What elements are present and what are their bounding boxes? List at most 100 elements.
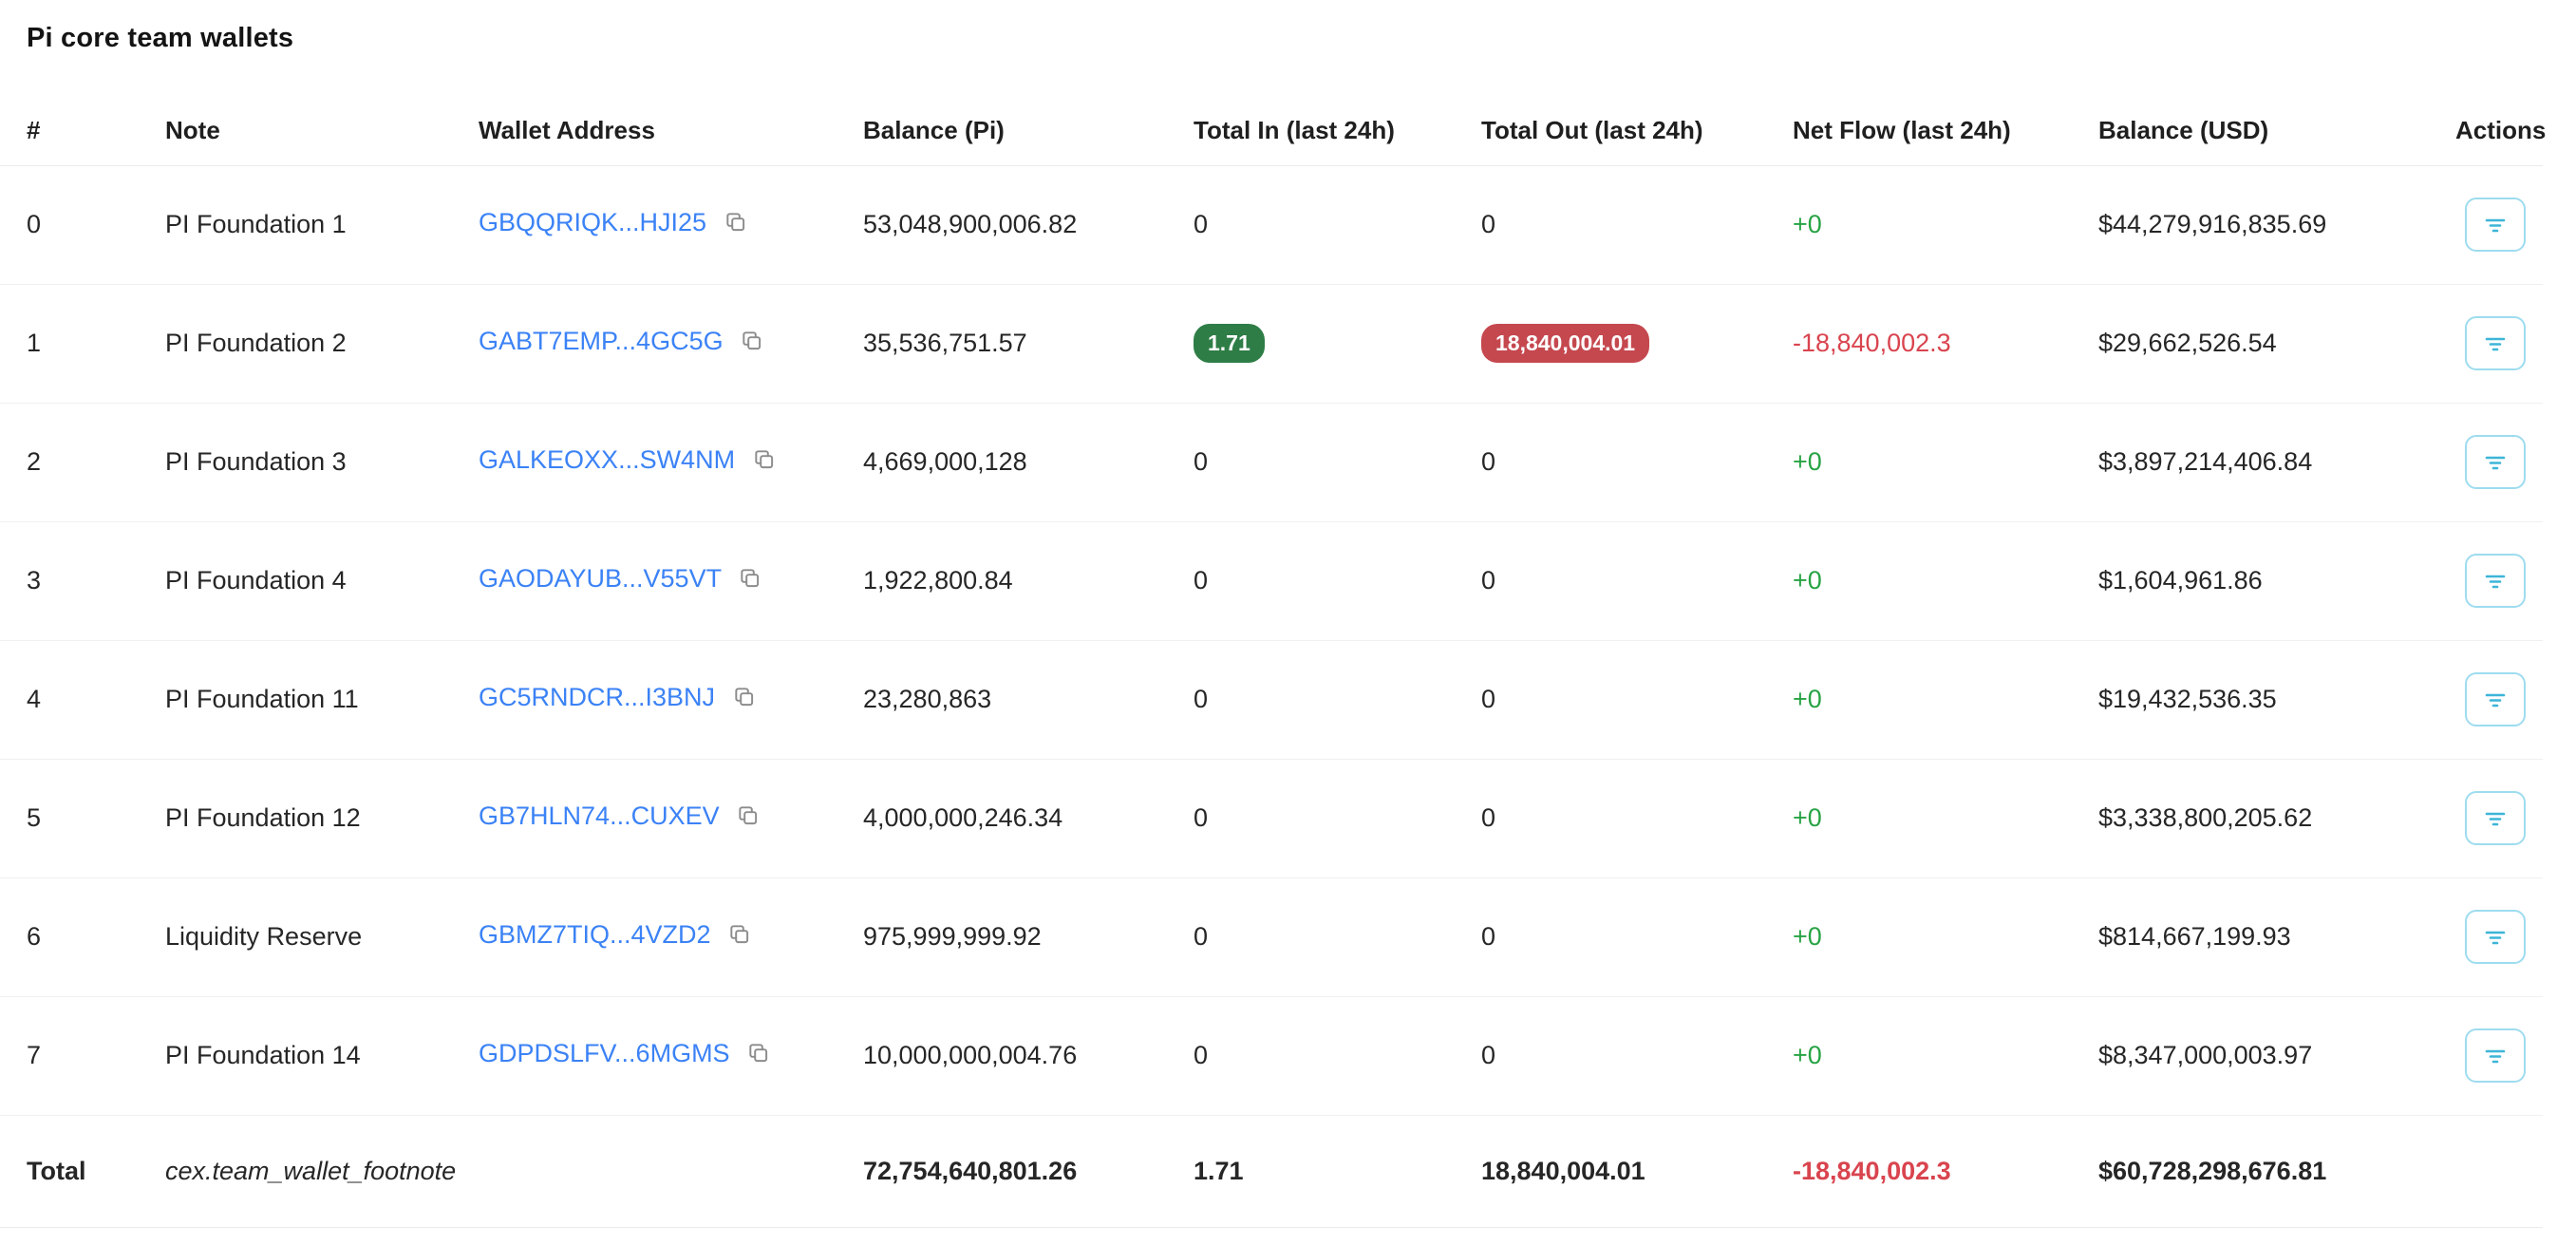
total-out-cell: 0 [1481, 165, 1793, 284]
page: Pi core team wallets # Note Wallet Addre… [0, 0, 2576, 1228]
total-in-cell: 0 [1194, 521, 1481, 640]
total-out-cell: 0 [1481, 759, 1793, 877]
table-header-row: # Note Wallet Address Balance (Pi) Total… [0, 97, 2543, 165]
table-row: 6 Liquidity Reserve GBMZ7TIQ...4VZD2 975… [0, 877, 2543, 996]
wallet-address-cell: GALKEOXX...SW4NM [479, 403, 863, 521]
net-flow-value: +0 [1793, 521, 2098, 640]
wallet-address-link[interactable]: GABT7EMP...4GC5G [479, 327, 724, 355]
wallet-address-link[interactable]: GAODAYUB...V55VT [479, 564, 722, 593]
table-row: 4 PI Foundation 11 GC5RNDCR...I3BNJ 23,2… [0, 640, 2543, 759]
total-out-cell: 0 [1481, 403, 1793, 521]
filter-icon [2481, 923, 2510, 952]
total-in-cell: 0 [1194, 640, 1481, 759]
filter-action-button[interactable] [2465, 910, 2526, 964]
col-header-index: # [0, 97, 165, 165]
copy-icon[interactable] [738, 566, 762, 597]
actions-cell [2455, 521, 2543, 640]
wallet-note: PI Foundation 12 [165, 759, 479, 877]
balance-pi: 10,000,000,004.76 [863, 996, 1194, 1115]
wallet-address-link[interactable]: GBMZ7TIQ...4VZD2 [479, 920, 711, 949]
total-balance-usd: $60,728,298,676.81 [2098, 1115, 2455, 1227]
total-footnote: cex.team_wallet_footnote [165, 1115, 479, 1227]
total-out-value: 0 [1481, 1041, 1495, 1069]
total-in-value: 0 [1194, 1041, 1208, 1069]
total-in-cell: 0 [1194, 759, 1481, 877]
table-row: 1 PI Foundation 2 GABT7EMP...4GC5G 35,53… [0, 284, 2543, 403]
total-out-cell: 18,840,004.01 [1481, 284, 1793, 403]
filter-action-button[interactable] [2465, 791, 2526, 845]
filter-action-button[interactable] [2465, 198, 2526, 252]
filter-icon [2481, 330, 2510, 358]
total-in-cell: 0 [1194, 877, 1481, 996]
total-in-badge: 1.71 [1194, 324, 1265, 363]
table-row: 2 PI Foundation 3 GALKEOXX...SW4NM 4,669… [0, 403, 2543, 521]
total-in-value: 0 [1194, 566, 1208, 594]
wallet-address-cell: GDPDSLFV...6MGMS [479, 996, 863, 1115]
col-header-total-in: Total In (last 24h) [1194, 97, 1481, 165]
row-index: 6 [0, 877, 165, 996]
filter-action-button[interactable] [2465, 1028, 2526, 1083]
copy-icon[interactable] [752, 447, 777, 479]
total-balance-pi: 72,754,640,801.26 [863, 1115, 1194, 1227]
col-header-address: Wallet Address [479, 97, 863, 165]
total-in-cell: 0 [1194, 165, 1481, 284]
balance-usd: $29,662,526.54 [2098, 284, 2455, 403]
table-row: 5 PI Foundation 12 GB7HLN74...CUXEV 4,00… [0, 759, 2543, 877]
filter-icon [2481, 211, 2510, 239]
net-flow-value: -18,840,002.3 [1793, 284, 2098, 403]
total-label: Total [0, 1115, 165, 1227]
total-out-value: 0 [1481, 566, 1495, 594]
row-index: 2 [0, 403, 165, 521]
row-index: 0 [0, 165, 165, 284]
copy-icon[interactable] [736, 803, 761, 835]
balance-usd: $44,279,916,835.69 [2098, 165, 2455, 284]
balance-pi: 23,280,863 [863, 640, 1194, 759]
row-index: 7 [0, 996, 165, 1115]
row-index: 1 [0, 284, 165, 403]
wallet-address-link[interactable]: GB7HLN74...CUXEV [479, 802, 720, 830]
col-header-balance-pi: Balance (Pi) [863, 97, 1194, 165]
total-in-value: 0 [1194, 210, 1208, 238]
total-in-sum: 1.71 [1194, 1115, 1481, 1227]
wallet-address-link[interactable]: GALKEOXX...SW4NM [479, 445, 735, 474]
copy-icon[interactable] [724, 210, 748, 241]
filter-action-button[interactable] [2465, 316, 2526, 370]
wallet-note: PI Foundation 11 [165, 640, 479, 759]
total-in-cell: 0 [1194, 403, 1481, 521]
net-flow-value: +0 [1793, 165, 2098, 284]
balance-usd: $19,432,536.35 [2098, 640, 2455, 759]
filter-icon [2481, 567, 2510, 595]
wallet-address-cell: GC5RNDCR...I3BNJ [479, 640, 863, 759]
filter-icon [2481, 804, 2510, 833]
total-out-value: 0 [1481, 210, 1495, 238]
copy-icon[interactable] [746, 1041, 771, 1072]
balance-usd: $8,347,000,003.97 [2098, 996, 2455, 1115]
wallet-address-cell: GABT7EMP...4GC5G [479, 284, 863, 403]
balance-pi: 4,669,000,128 [863, 403, 1194, 521]
filter-icon [2481, 686, 2510, 714]
wallet-address-link[interactable]: GBQQRIQK...HJI25 [479, 208, 706, 236]
filter-action-button[interactable] [2465, 672, 2526, 726]
wallet-address-link[interactable]: GDPDSLFV...6MGMS [479, 1039, 730, 1067]
total-in-cell: 0 [1194, 996, 1481, 1115]
copy-icon[interactable] [740, 329, 764, 360]
wallet-note: PI Foundation 1 [165, 165, 479, 284]
actions-cell [2455, 165, 2543, 284]
wallet-note: PI Foundation 2 [165, 284, 479, 403]
total-row: Total cex.team_wallet_footnote 72,754,64… [0, 1115, 2543, 1227]
actions-cell [2455, 640, 2543, 759]
filter-action-button[interactable] [2465, 554, 2526, 608]
total-out-cell: 0 [1481, 996, 1793, 1115]
net-flow-value: +0 [1793, 640, 2098, 759]
copy-icon[interactable] [727, 922, 752, 953]
net-flow-value: +0 [1793, 877, 2098, 996]
balance-pi: 975,999,999.92 [863, 877, 1194, 996]
filter-action-button[interactable] [2465, 435, 2526, 489]
total-address-cell [479, 1115, 863, 1227]
total-out-cell: 0 [1481, 640, 1793, 759]
row-index: 5 [0, 759, 165, 877]
table-row: 0 PI Foundation 1 GBQQRIQK...HJI25 53,04… [0, 165, 2543, 284]
wallet-address-link[interactable]: GC5RNDCR...I3BNJ [479, 683, 715, 711]
total-in-value: 0 [1194, 922, 1208, 951]
copy-icon[interactable] [732, 685, 757, 716]
